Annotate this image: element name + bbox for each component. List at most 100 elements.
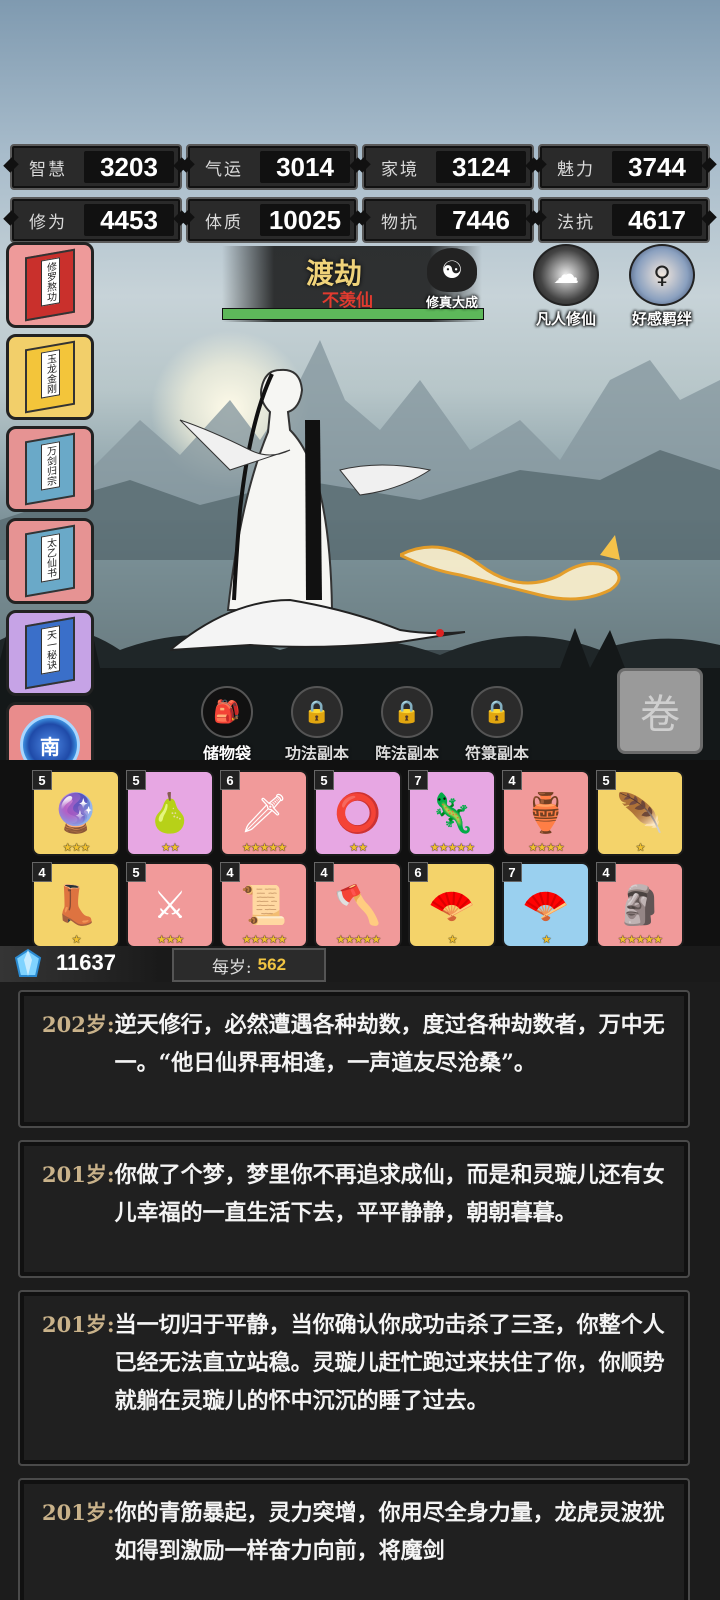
item-star-rating: ★★ xyxy=(349,841,368,854)
stat-label: 智慧 xyxy=(29,159,67,180)
item-level-badge: 4 xyxy=(32,862,52,882)
item-level-badge: 4 xyxy=(596,862,616,882)
scroll-button[interactable]: 卷 xyxy=(617,668,703,754)
log-age: 201岁: xyxy=(42,1312,115,1337)
skill-book-5[interactable]: 天一秘诀 xyxy=(6,610,94,696)
log-text: 你的青筋暴起，灵力突增，你用尽全身力量，龙虎灵波犹如得到激励一样奋力向前，将魔剑 xyxy=(114,1500,665,1564)
censer-icon: 🏺 xyxy=(522,790,570,835)
currency-bar: 11637 每岁: 562 xyxy=(0,946,720,982)
inventory-item[interactable]: 4 🏺 ★★★★ xyxy=(502,770,590,856)
item-level-badge: 4 xyxy=(220,862,240,882)
log-age: 202岁: xyxy=(42,1012,115,1037)
fan-icon: 🪭 xyxy=(522,882,570,927)
tab-talisman-dungeon[interactable]: 🔒 符箓副本 xyxy=(452,686,542,763)
inventory-panel: 5 🔮 ★★★ 5 🍐 ★★ 6 🗡 ★★★★★ 5 ⭕ ★★ 7 🦎 ★★★★★ 4 🏺 ★★★★ 5 🪶 ★ 4 👢 ★ 5… xyxy=(0,760,720,950)
skill-book-3[interactable]: 万剑归宗 xyxy=(6,426,94,512)
skill-book-2[interactable]: 玉龙金刚 xyxy=(6,334,94,420)
item-level-badge: 7 xyxy=(502,862,522,882)
log-text: 你做了个梦，梦里你不再追求成仙，而是和灵璇儿还有女儿幸福的一直生活下去，平平静静… xyxy=(114,1162,665,1226)
item-level-badge: 5 xyxy=(126,770,146,790)
ring-icon: ⭕ xyxy=(334,790,382,835)
inventory-item[interactable]: 6 🪭 ★ xyxy=(408,862,496,948)
item-level-badge: 6 xyxy=(220,770,240,790)
inventory-item[interactable]: 5 🪶 ★ xyxy=(596,770,684,856)
inventory-item[interactable]: 5 🍐 ★★ xyxy=(126,770,214,856)
stat-cultivation: 修为 4453 xyxy=(10,197,182,243)
mortal-cultivation-button[interactable]: ☁ 凡人修仙 xyxy=(524,244,608,329)
tab-formation-dungeon[interactable]: 🔒 阵法副本 xyxy=(362,686,452,763)
log-entry: 201岁: 你做了个梦，梦里你不再追求成仙，而是和灵璇儿还有女儿幸福的一直生活下去… xyxy=(18,1140,690,1278)
inventory-item[interactable]: 6 🗡 ★★★★★ xyxy=(220,770,308,856)
inventory-item[interactable]: 4 🪓 ★★★★★ xyxy=(314,862,402,948)
tab-technique-dungeon[interactable]: 🔒 功法副本 xyxy=(272,686,362,763)
inventory-item[interactable]: 5 ⚔ ★★★ xyxy=(126,862,214,948)
scroll-icon: 卷 xyxy=(640,692,680,738)
skill-book-column: 修罗熬功 玉龙金刚 万剑归宗 太乙仙书 天一秘诀 南 xyxy=(6,242,94,788)
book-title: 万剑归宗 xyxy=(40,441,60,491)
inventory-item[interactable]: 5 ⭕ ★★ xyxy=(314,770,402,856)
blue-orb-icon: 🔮 xyxy=(52,790,100,835)
inventory-item[interactable]: 7 🦎 ★★★★★ xyxy=(408,770,496,856)
stat-label: 体质 xyxy=(205,212,243,233)
item-grid: 5 🔮 ★★★ 5 🍐 ★★ 6 🗡 ★★★★★ 5 ⭕ ★★ 7 🦎 ★★★★★ 4 🏺 ★★★★ 5 🪶 ★ 4 👢 ★ 5… xyxy=(32,770,684,948)
log-text: 逆天修行，必然遭遇各种劫数，度过各种劫数者，万中无一。“他日仙界再相逢，一声道友… xyxy=(114,1012,665,1076)
tab-storage-bag[interactable]: 🎒 储物袋 xyxy=(182,686,272,763)
item-star-rating: ★ xyxy=(635,841,646,854)
jade-claw-icon: 🦎 xyxy=(428,790,476,835)
inventory-item[interactable]: 4 🗿 ★★★★★ xyxy=(596,862,684,948)
stat-label: 家境 xyxy=(381,159,419,180)
golden-dragon-illustration xyxy=(400,535,621,601)
stat-value: 4453 xyxy=(84,204,174,236)
meditate-button[interactable]: ☯ 修真大成 xyxy=(420,248,484,311)
stat-luck: 气运 3014 xyxy=(186,144,358,190)
meditating-figure-icon: ☯ xyxy=(427,248,477,292)
skill-book-4[interactable]: 太乙仙书 xyxy=(6,518,94,604)
log-entry: 201岁: 当一切归于平静，当你确认你成功击杀了三圣，你整个人已经无法直立站稳。灵… xyxy=(18,1290,690,1466)
item-star-rating: ★ xyxy=(71,933,82,946)
per-year-label: 每岁: xyxy=(211,957,252,978)
book-title: 玉龙金刚 xyxy=(40,349,60,399)
stat-wisdom: 智慧 3203 xyxy=(10,144,182,190)
feather-icon: 🪶 xyxy=(616,790,664,835)
meditate-label: 修真大成 xyxy=(425,296,478,311)
stat-label: 修为 xyxy=(29,212,67,233)
inventory-item[interactable]: 4 📜 ★★★★★ xyxy=(220,862,308,948)
item-level-badge: 5 xyxy=(32,770,52,790)
affinity-button[interactable]: ♀ 好感羁绊 xyxy=(622,244,702,329)
inventory-tabs: 🎒 储物袋 🔒 功法副本 🔒 阵法副本 🔒 符箓副本 xyxy=(182,686,542,763)
scroll-icon: 📜 xyxy=(240,882,288,927)
item-star-rating: ★★★ xyxy=(62,841,91,854)
stat-label: 魅力 xyxy=(557,159,595,180)
stat-constitution: 体质 10025 xyxy=(186,197,358,243)
log-age: 201岁: xyxy=(42,1162,115,1187)
axe-icon: 🪓 xyxy=(334,882,382,927)
affinity-label: 好感羁绊 xyxy=(631,310,692,328)
item-level-badge: 5 xyxy=(314,770,334,790)
inventory-item[interactable]: 4 👢 ★ xyxy=(32,862,120,948)
item-star-rating: ★★★★★ xyxy=(241,933,287,946)
item-star-rating: ★★★ xyxy=(156,933,185,946)
log-entry: 201岁: 你的青筋暴起，灵力突增，你用尽全身力量，龙虎灵波犹如得到激励一样奋力向… xyxy=(18,1478,690,1600)
stat-label: 物抗 xyxy=(381,212,419,233)
stat-value: 3203 xyxy=(84,151,174,183)
lock-icon: 🔒 xyxy=(471,686,523,738)
item-level-badge: 4 xyxy=(502,770,522,790)
stat-label: 气运 xyxy=(205,159,243,180)
item-star-rating: ★★★★★ xyxy=(241,841,287,854)
item-star-rating: ★★★★ xyxy=(528,841,564,854)
attribute-stats: 智慧 3203 气运 3014 家境 3124 魅力 3744 修为 4453 体质 100… xyxy=(10,144,710,243)
item-star-rating: ★★★★★ xyxy=(335,933,381,946)
event-log[interactable]: 202岁: 逆天修行，必然遭遇各种劫数，度过各种劫数者，万中无一。“他日仙界再相逢… xyxy=(0,982,720,1600)
spirit-stone-count: 11637 xyxy=(56,950,116,975)
lock-icon: 🔒 xyxy=(381,686,433,738)
background-scene xyxy=(0,0,720,780)
stat-charm: 魅力 3744 xyxy=(538,144,710,190)
book-title: 天一秘诀 xyxy=(40,625,60,675)
gold-fan-icon: 🪭 xyxy=(428,882,476,927)
item-star-rating: ★ xyxy=(541,933,552,946)
item-level-badge: 4 xyxy=(314,862,334,882)
inventory-item[interactable]: 5 🔮 ★★★ xyxy=(32,770,120,856)
jade-seal-icon: 🗿 xyxy=(616,882,664,927)
inventory-item[interactable]: 7 🪭 ★ xyxy=(502,862,590,948)
skill-book-1[interactable]: 修罗熬功 xyxy=(6,242,94,328)
